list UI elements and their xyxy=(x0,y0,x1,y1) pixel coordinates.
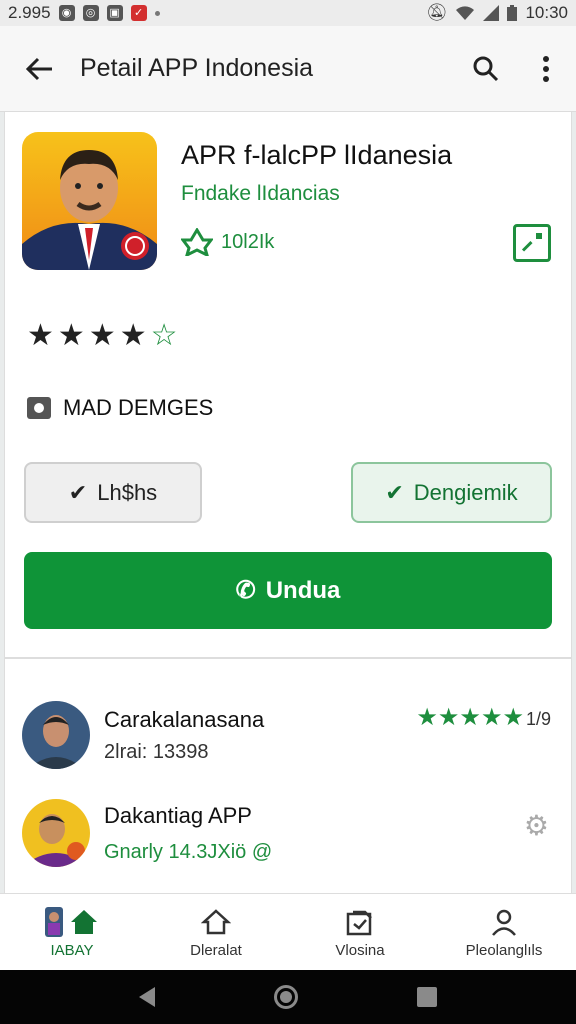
mail-icon: ✓ xyxy=(130,5,147,21)
nav-item-profile[interactable]: Pleolanglıls xyxy=(432,894,576,970)
wifi-icon xyxy=(456,6,475,20)
left-chip-label: Lh$hs xyxy=(97,479,158,505)
system-recents-icon[interactable] xyxy=(416,987,437,1007)
nav-label: Vlosina xyxy=(335,941,385,959)
search-button[interactable] xyxy=(456,26,516,112)
similar-apps-list: Carakalanasana 2lrai: 13398 ★★★★★ 1/9 Dak… xyxy=(4,657,572,893)
nav-label: Pleolanglıls xyxy=(465,941,543,959)
avatar xyxy=(22,799,90,867)
more-options-button[interactable] xyxy=(516,26,576,112)
status-time: 10:30 xyxy=(525,3,568,22)
avatar-icon xyxy=(45,906,63,937)
chrome-icon: ◎ xyxy=(82,5,99,21)
status-left-text: 2.995 xyxy=(8,3,51,22)
avatar xyxy=(22,701,90,769)
list-item[interactable]: Dakantiag APP Gnarly 14.3JXiö @ xyxy=(5,799,573,889)
more-vert-icon xyxy=(543,55,549,82)
star-filled-icon: ★ xyxy=(88,319,116,352)
person-icon xyxy=(492,909,516,936)
clipboard-icon xyxy=(346,910,372,935)
image-icon: ▣ xyxy=(106,5,123,21)
left-chip-button[interactable]: ✔ Lh$hs xyxy=(24,462,202,523)
app-detail-card: APR f-lalcPP lIdanesia Fndake lIdancias … xyxy=(4,112,572,657)
status-bar: 2.995 ◉ ◎ ▣ ✓ 🔕︎ 10:30 xyxy=(0,0,576,26)
nav-item-home[interactable]: IABAY xyxy=(0,894,144,970)
downloads-count: 10l2Ik xyxy=(181,228,274,256)
star-filled-icon: ★ xyxy=(27,319,54,352)
list-item[interactable]: Carakalanasana 2lrai: 13398 ★★★★★ 1/9 xyxy=(5,699,573,789)
battery-icon xyxy=(507,5,518,21)
app-icon[interactable] xyxy=(22,132,157,270)
search-icon xyxy=(473,56,499,81)
back-button[interactable] xyxy=(0,26,80,112)
right-chip-label: Dengiemik xyxy=(413,479,518,505)
install-label: Undua xyxy=(265,576,341,604)
dot-icon xyxy=(154,10,160,16)
nav-label: Dleralat xyxy=(190,941,242,959)
rating-stars: ★ ★ ★ ★ ☆ xyxy=(27,318,178,353)
check-icon: ✔ xyxy=(385,479,404,505)
sim-title: Dakantiag APP xyxy=(104,803,252,828)
content-badge: MAD DEMGES xyxy=(27,395,213,421)
sim-rating-text: 1/9 xyxy=(525,709,551,729)
downloads-text: 10l2Ik xyxy=(221,230,275,253)
check-icon: ✔ xyxy=(68,479,88,505)
sim-subtitle: 2lrai: 13398 xyxy=(104,741,209,763)
app-name: APR f-lalcPP lIdanesia xyxy=(181,140,453,170)
gear-icon[interactable]: ⚙ xyxy=(524,809,549,842)
bottom-nav: IABAY Dleralat Vlosina Pleolanglıls xyxy=(0,893,576,970)
install-button[interactable]: ✆ Undua xyxy=(24,552,552,629)
sim-title: Carakalanasana xyxy=(104,707,265,732)
star-filled-icon: ★ xyxy=(57,319,85,352)
app-icon-illustration xyxy=(22,132,157,270)
nav-label: IABAY xyxy=(50,941,94,959)
wishlist-icon[interactable] xyxy=(513,224,551,262)
nav-item-vlosina[interactable]: Vlosina xyxy=(288,894,432,970)
developer-link[interactable]: Fndake lIdancias xyxy=(181,182,340,206)
signal-icon xyxy=(483,5,500,21)
system-back-icon[interactable] xyxy=(139,987,156,1007)
system-nav-bar xyxy=(0,970,576,1024)
mute-icon: 🔕︎ xyxy=(425,3,448,22)
arrow-left-icon xyxy=(26,57,52,80)
stars-icon: ★★★★★ xyxy=(416,704,524,731)
home-icon xyxy=(71,909,97,934)
system-home-icon[interactable] xyxy=(273,985,298,1009)
app-bar: Petail APP Indonesia xyxy=(0,26,576,112)
camera-icon xyxy=(27,397,51,419)
sim-subtitle: Gnarly 14.3JXiö @ xyxy=(104,841,273,863)
whatsapp-icon: ◉ xyxy=(58,5,75,21)
nav-item-dleralat[interactable]: Dleralat xyxy=(144,894,288,970)
sim-rating: ★★★★★ 1/9 xyxy=(416,703,551,732)
badge-text: MAD DEMGES xyxy=(63,395,214,420)
award-icon xyxy=(181,228,213,256)
page-title: Petail APP Indonesia xyxy=(80,54,314,82)
right-chip-button[interactable]: ✔ Dengiemik xyxy=(351,462,552,523)
house-outline-icon xyxy=(201,908,231,934)
star-filled-icon: ★ xyxy=(119,319,147,352)
phone-icon: ✆ xyxy=(235,577,256,604)
star-empty-icon: ☆ xyxy=(150,319,178,352)
